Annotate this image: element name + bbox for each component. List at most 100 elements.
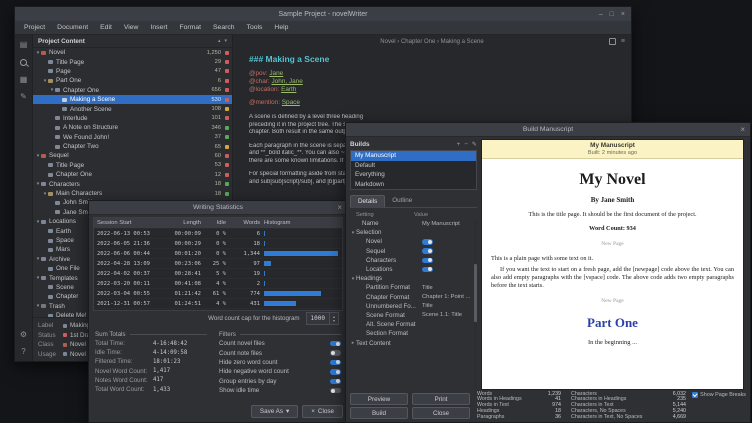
preview-button[interactable]: Preview [350,393,408,405]
keyword-value-link[interactable]: John, Jane [271,78,302,85]
tree-item[interactable]: Page 47 [33,67,232,76]
main-titlebar[interactable]: Sample Project - novelWriter – □ × [15,7,631,21]
collapse-all-icon[interactable]: ▾ [224,38,227,44]
maximize-editor-icon[interactable] [609,38,616,45]
setting-row[interactable]: ▸ Text Content [350,338,477,347]
close-icon[interactable]: × [621,11,625,18]
setting-row[interactable]: Locations [350,265,477,274]
session-row[interactable]: 2022-03-20 00:11 00:41:08 4 % 2 [94,279,342,289]
tree-item[interactable]: ▾ Characters 18 [33,179,232,188]
build-list-item[interactable]: My Manuscript [351,151,476,161]
stats-titlebar[interactable]: Writing Statistics × [89,201,347,215]
remove-build-icon[interactable]: − [464,141,468,148]
filter-toggle[interactable] [330,350,341,356]
tab-outline[interactable]: Outline [385,195,419,207]
keyword-value-link[interactable]: Space [282,99,300,106]
menu-item[interactable]: Document [51,24,94,31]
tree-item[interactable]: A Note on Structure 346 [33,123,232,132]
close-button[interactable]: Close [412,407,470,419]
keyword-value-link[interactable]: Earth [281,86,296,93]
col-histogram[interactable]: Histogram [260,220,342,226]
session-row[interactable]: 2021-12-31 00:57 01:24:51 4 % 431 [94,299,342,309]
scrollbar-handle[interactable] [474,264,477,322]
menu-item[interactable]: Search [207,24,241,31]
session-row[interactable]: 2022-03-04 00:55 01:21:42 61 % 774 [94,289,342,299]
tree-item[interactable]: Another Scene 108 [33,104,232,113]
col-idle[interactable]: Idle [201,220,226,226]
setting-row[interactable]: Sequel [350,247,477,256]
word-count-cap-spinner[interactable]: 1000 ▴ ▾ [306,312,339,325]
build-list-item[interactable]: Markdown [351,180,476,190]
menu-item[interactable]: Insert [144,24,173,31]
setting-row[interactable]: Novel [350,237,477,246]
edit-build-icon[interactable]: ✎ [472,141,477,148]
settings-scrollbar[interactable] [474,219,477,390]
keyword-value-link[interactable]: Jane [269,70,283,77]
tree-item[interactable]: Title Page 29 [33,57,232,66]
menu-item[interactable]: Project [18,24,51,31]
filter-toggle[interactable] [330,369,341,375]
setting-row[interactable]: ▾ Selection [350,228,477,237]
session-row[interactable]: 2021-10-24 00:10 00:18:29 0 % 167 [94,309,342,311]
tree-item[interactable]: Making a Scene 530 [33,95,232,104]
outline-view-icon[interactable]: ▦ [20,76,28,84]
save-as-button[interactable]: Save As ▾ [251,405,298,418]
setting-toggle[interactable] [422,248,433,254]
setting-toggle[interactable] [422,267,433,273]
filter-toggle[interactable] [330,360,341,366]
tree-item[interactable]: Interlude 101 [33,114,232,123]
col-words[interactable]: Words [226,220,260,226]
tree-item[interactable]: ▾ Part One 6 [33,76,232,85]
word-count-cap-value[interactable]: 1000 [307,313,329,324]
setting-row[interactable]: Name My Manuscript [350,219,477,228]
close-button[interactable]: × Close [302,405,343,418]
session-row[interactable]: 2022-06-06 00:44 00:01:20 0 % 1,344 [94,249,342,259]
menu-item[interactable]: Tools [241,24,269,31]
col-session-start[interactable]: Session Start [94,220,163,226]
tree-item[interactable]: Chapter Two 65 [33,142,232,151]
session-row[interactable]: 2022-06-05 21:36 00:00:29 0 % 18 [94,239,342,249]
setting-row[interactable]: Scene Format Scene 1.1: Title [350,311,477,320]
editor-menu-icon[interactable]: ≡ [621,38,625,45]
tree-item[interactable]: Title Page 53 [33,161,232,170]
tree-item[interactable]: ▾ Main Characters 18 [33,189,232,198]
build-manuscript-icon[interactable]: ✎ [20,93,27,101]
build-titlebar[interactable]: Build Manuscript × [346,123,750,137]
menu-item[interactable]: Help [268,24,294,31]
settings-gear-icon[interactable]: ⚙ [20,331,27,339]
session-row[interactable]: 2022-04-02 00:37 00:28:41 5 % 19 [94,269,342,279]
session-row[interactable]: 2022-06-13 00:53 00:00:09 0 % 6 [94,229,342,239]
build-list-item[interactable]: Default [351,161,476,171]
build-button[interactable]: Build [350,407,408,419]
setting-row[interactable]: Section Format [350,329,477,338]
spinner-down-icon[interactable]: ▾ [333,319,335,323]
setting-row[interactable]: Characters [350,256,477,265]
menu-item[interactable]: View [118,24,145,31]
setting-row[interactable]: Alt. Scene Format [350,320,477,329]
filter-toggle[interactable] [330,341,341,347]
project-tree-icon[interactable]: ▤ [20,41,28,49]
maximize-icon[interactable]: □ [610,11,614,18]
setting-row[interactable]: Partition Format Title [350,283,477,292]
tree-item[interactable]: ▾ Sequel 60 [33,151,232,160]
menu-item[interactable]: Format [173,24,207,31]
close-icon[interactable]: × [337,201,342,214]
build-list-item[interactable]: Everything [351,170,476,180]
session-row[interactable]: 2022-04-28 13:09 00:23:06 25 % 97 [94,259,342,269]
print-button[interactable]: Print [412,393,470,405]
minimize-icon[interactable]: – [599,11,603,18]
filter-toggle[interactable] [330,379,341,385]
setting-toggle[interactable] [422,258,433,264]
setting-row[interactable]: Unnumbered Fo... Title [350,302,477,311]
tree-item[interactable]: We Found John! 37 [33,133,232,142]
filter-toggle[interactable] [330,388,341,394]
add-build-icon[interactable]: + [457,141,461,148]
tree-item[interactable]: ▾ Chapter One 656 [33,86,232,95]
close-icon[interactable]: × [740,123,745,136]
tree-item[interactable]: Chapter One 12 [33,170,232,179]
search-icon[interactable] [20,59,27,66]
manuscript-preview[interactable]: My Manuscript Built: 2 minutes ago My No… [481,139,744,390]
tree-item[interactable]: ▾ Novel 1,250 [33,48,232,57]
setting-row[interactable]: ▾ Headings [350,274,477,283]
setting-toggle[interactable] [422,239,433,245]
